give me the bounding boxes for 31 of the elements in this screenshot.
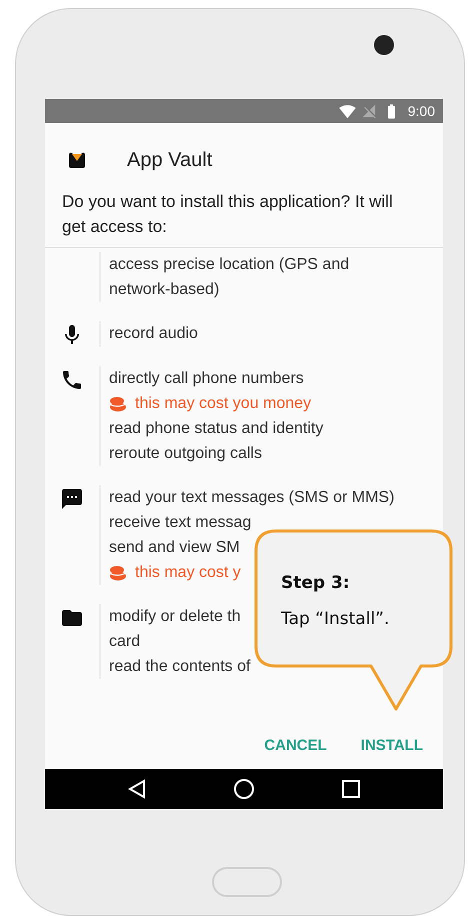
permission-text: reroute outgoing calls <box>109 444 262 464</box>
install-question: Do you want to install this application? It will get access to: <box>61 191 394 238</box>
permission-text: access precise location (GPS and network-based) <box>109 255 350 300</box>
dialog-button[interactable]: INSTALL <box>348 727 435 766</box>
permission-text: receive text messag <box>109 513 252 533</box>
cost-warning: this may cost y <box>135 563 241 583</box>
wifi-icon <box>338 102 356 120</box>
status-time: 9:00 <box>408 102 435 120</box>
app-logo <box>67 151 87 169</box>
back-icon[interactable] <box>128 779 146 799</box>
home-icon[interactable] <box>232 778 255 800</box>
app-name: App Vault <box>127 148 212 173</box>
permission-text: modify or delete th <box>109 607 241 627</box>
coins-icon <box>109 396 127 412</box>
camera-icon <box>374 35 394 55</box>
permission-text: directly call phone numbers <box>109 369 304 389</box>
dialog-button[interactable]: CANCEL <box>252 727 339 766</box>
permission-text: read phone status and identity <box>109 419 324 439</box>
permission-text: record audio <box>109 324 198 344</box>
permission-text: send and view SM <box>109 538 240 558</box>
cellular-off-icon <box>362 104 377 118</box>
phone-icon <box>60 368 84 392</box>
permission-text: read the contents of <box>109 657 250 677</box>
permission-text: read your text messages (SMS or MMS) <box>109 488 394 508</box>
recents-icon[interactable] <box>342 780 360 798</box>
cost-warning: this may cost you money <box>135 394 312 414</box>
message-icon <box>60 487 84 511</box>
coins-icon <box>109 564 127 580</box>
permission-text: card <box>109 632 140 652</box>
callout-title: Step 3: <box>281 572 351 595</box>
callout-text: Tap “Install”. <box>281 608 390 630</box>
